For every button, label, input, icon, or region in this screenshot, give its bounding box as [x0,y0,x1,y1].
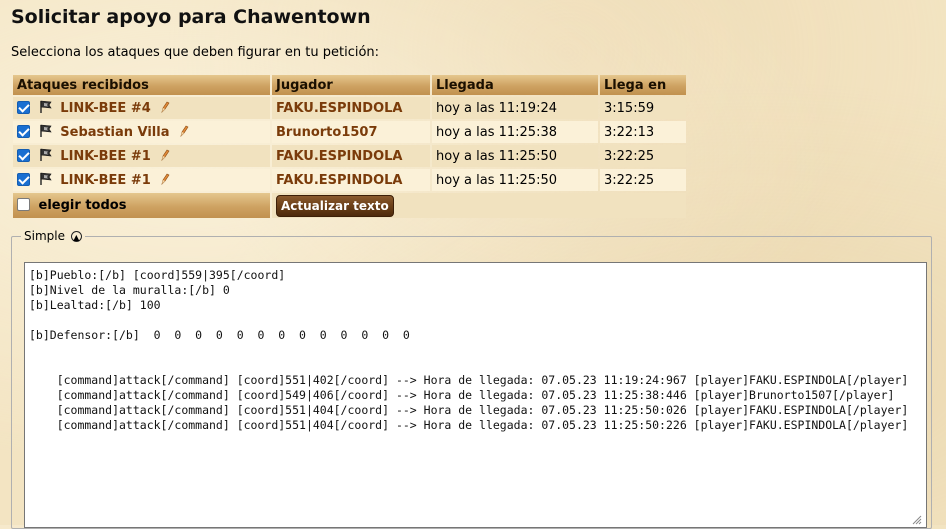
arrives-in-cell: 3:22:13 [600,121,686,143]
collapse-up-icon[interactable]: ▲ [70,231,82,242]
bbcode-textarea[interactable]: [b]Pueblo:[/b] [coord]559|395[/coord] [b… [24,262,927,528]
attack-name-link[interactable]: LINK-BEE #1 [60,149,150,164]
attack-checkbox[interactable] [17,125,30,138]
attack-name-link[interactable]: Sebastian Villa [60,125,169,140]
attack-flag-icon [40,100,52,113]
player-cell: FAKU.ESPINDOLA [272,169,430,191]
attack-name-link[interactable]: LINK-BEE #4 [60,101,150,116]
select-all-checkbox[interactable] [17,198,30,211]
attack-cell: LINK-BEE #1 [13,145,270,167]
arrival-cell: hoy a las 11:25:50 [432,169,598,191]
header-arrives-in: Llega en [600,75,686,95]
header-arrival: Llegada [432,75,598,95]
attack-name-link[interactable]: LINK-BEE #1 [60,173,150,188]
rename-pencil-icon[interactable] [160,101,170,113]
arrival-cell: hoy a las 11:25:50 [432,145,598,167]
rename-pencil-icon[interactable] [179,125,189,137]
player-link[interactable]: Brunorto1507 [276,125,378,140]
table-row: LINK-BEE #4 FAKU.ESPINDOLA hoy a las 11:… [13,97,686,119]
header-attacks-received: Ataques recibidos [13,75,270,95]
arrives-in-cell: 3:22:25 [600,145,686,167]
resize-grip-icon[interactable] [910,513,922,525]
page-title: Solicitar apoyo para Chawentown [11,6,371,28]
player-link[interactable]: FAKU.ESPINDOLA [276,101,402,116]
player-cell: FAKU.ESPINDOLA [272,97,430,119]
simple-legend: Simple ▲ [21,229,85,243]
attack-checkbox[interactable] [17,101,30,114]
arrives-in-cell: 3:22:25 [600,169,686,191]
attack-checkbox[interactable] [17,173,30,186]
attack-flag-icon [40,148,52,161]
update-button-cell: Actualizar texto [272,193,686,218]
table-row: LINK-BEE #1 FAKU.ESPINDOLA hoy a las 11:… [13,169,686,191]
table-header-row: Ataques recibidos Jugador Llegada Llega … [13,75,686,95]
table-row: Sebastian Villa Brunorto1507 hoy a las 1… [13,121,686,143]
attacks-table: Ataques recibidos Jugador Llegada Llega … [11,73,688,220]
arrival-cell: hoy a las 11:19:24 [432,97,598,119]
attack-checkbox[interactable] [17,149,30,162]
player-link[interactable]: FAKU.ESPINDOLA [276,173,402,188]
update-text-button[interactable]: Actualizar texto [276,194,394,217]
attack-cell: Sebastian Villa [13,121,270,143]
header-player: Jugador [272,75,430,95]
instructions-text: Selecciona los ataques que deben figurar… [11,45,380,60]
player-cell: Brunorto1507 [272,121,430,143]
attack-flag-icon [40,172,52,185]
table-footer-row: elegir todos Actualizar texto [13,193,686,218]
simple-legend-label: Simple [24,229,65,243]
rename-pencil-icon[interactable] [160,149,170,161]
simple-fieldset: Simple ▲ [b]Pueblo:[/b] [coord]559|395[/… [11,229,932,529]
select-all-label[interactable]: elegir todos [39,198,127,213]
rename-pencil-icon[interactable] [160,173,170,185]
attack-flag-icon [40,124,52,137]
arrives-in-cell: 3:15:59 [600,97,686,119]
arrival-cell: hoy a las 11:25:38 [432,121,598,143]
table-row: LINK-BEE #1 FAKU.ESPINDOLA hoy a las 11:… [13,145,686,167]
select-all-cell[interactable]: elegir todos [13,193,270,218]
attack-cell: LINK-BEE #1 [13,169,270,191]
player-cell: FAKU.ESPINDOLA [272,145,430,167]
attack-cell: LINK-BEE #4 [13,97,270,119]
player-link[interactable]: FAKU.ESPINDOLA [276,149,402,164]
